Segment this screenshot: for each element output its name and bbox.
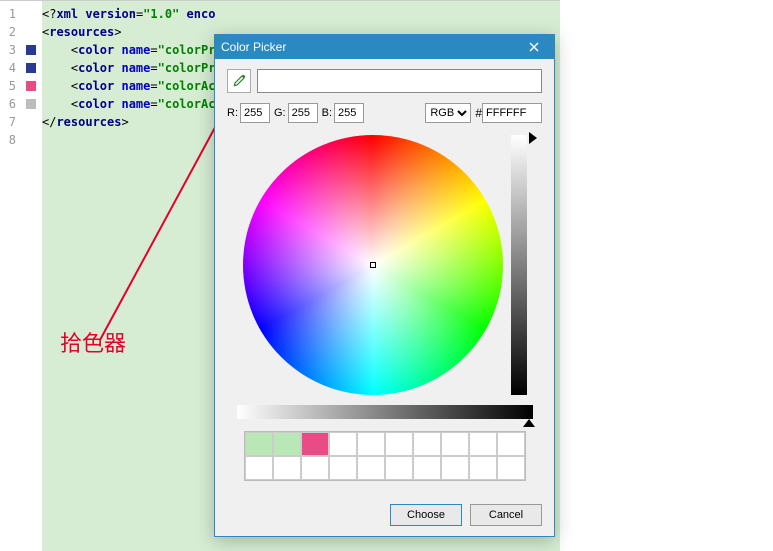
- gutter-swatch[interactable]: [26, 45, 36, 55]
- current-color-preview: [257, 69, 542, 93]
- color-wheel[interactable]: [243, 135, 503, 395]
- line-number: 5: [0, 77, 20, 95]
- swatch-cell[interactable]: [357, 456, 385, 480]
- swatch-cell[interactable]: [329, 432, 357, 456]
- line-number: 1: [0, 5, 20, 23]
- b-label: B:: [322, 107, 332, 119]
- line-number: 7: [0, 113, 20, 131]
- gutter-swatch[interactable]: [26, 63, 36, 73]
- dialog-title: Color Picker: [221, 40, 286, 54]
- brightness-slider[interactable]: [511, 135, 527, 395]
- swatch-cell[interactable]: [301, 432, 329, 456]
- swatch-cell[interactable]: [273, 456, 301, 480]
- g-label: G:: [274, 107, 286, 119]
- r-label: R:: [227, 107, 238, 119]
- swatch-cell[interactable]: [301, 456, 329, 480]
- swatch-cell[interactable]: [385, 432, 413, 456]
- hex-hash: #: [475, 106, 482, 120]
- swatch-cell[interactable]: [329, 456, 357, 480]
- color-mode-select[interactable]: RGB: [425, 103, 471, 123]
- code-area[interactable]: <?xml version="1.0" enco <resources> <co…: [42, 1, 230, 551]
- swatch-cell[interactable]: [245, 432, 273, 456]
- swatch-cell[interactable]: [273, 432, 301, 456]
- g-input[interactable]: [288, 103, 318, 123]
- recent-swatches: [244, 431, 526, 481]
- gutter-swatch[interactable]: [26, 81, 36, 91]
- line-number: 3: [0, 41, 20, 59]
- swatch-cell[interactable]: [245, 456, 273, 480]
- choose-button[interactable]: Choose: [390, 504, 462, 526]
- swatch-cell[interactable]: [497, 456, 525, 480]
- swatch-cell[interactable]: [441, 456, 469, 480]
- swatch-cell[interactable]: [413, 456, 441, 480]
- gutter-swatches: [20, 1, 42, 551]
- swatch-cell[interactable]: [385, 456, 413, 480]
- line-gutter: 1 2 3 4 5 6 7 8: [0, 1, 20, 551]
- line-number: 4: [0, 59, 20, 77]
- color-wheel-cursor[interactable]: [370, 262, 376, 268]
- line-number: 2: [0, 23, 20, 41]
- swatch-cell[interactable]: [441, 432, 469, 456]
- close-button[interactable]: [520, 37, 548, 57]
- dialog-titlebar[interactable]: Color Picker: [215, 35, 554, 59]
- color-picker-dialog: Color Picker R: G:: [214, 34, 555, 537]
- swatch-cell[interactable]: [357, 432, 385, 456]
- line-number: 8: [0, 131, 20, 149]
- line-number: 6: [0, 95, 20, 113]
- swatch-cell[interactable]: [413, 432, 441, 456]
- slider-handle-icon[interactable]: [523, 413, 535, 427]
- cancel-button[interactable]: Cancel: [470, 504, 542, 526]
- gutter-swatch[interactable]: [26, 99, 36, 109]
- slider-handle-icon[interactable]: [529, 132, 537, 144]
- swatch-cell[interactable]: [469, 432, 497, 456]
- hex-input[interactable]: [482, 103, 542, 123]
- b-input[interactable]: [334, 103, 364, 123]
- swatch-cell[interactable]: [497, 432, 525, 456]
- close-icon: [529, 42, 539, 52]
- saturation-slider[interactable]: [237, 405, 533, 419]
- annotation-label: 拾色器: [60, 326, 126, 358]
- r-input[interactable]: [240, 103, 270, 123]
- eyedropper-icon: [231, 73, 247, 89]
- eyedropper-button[interactable]: [227, 69, 251, 93]
- swatch-cell[interactable]: [469, 456, 497, 480]
